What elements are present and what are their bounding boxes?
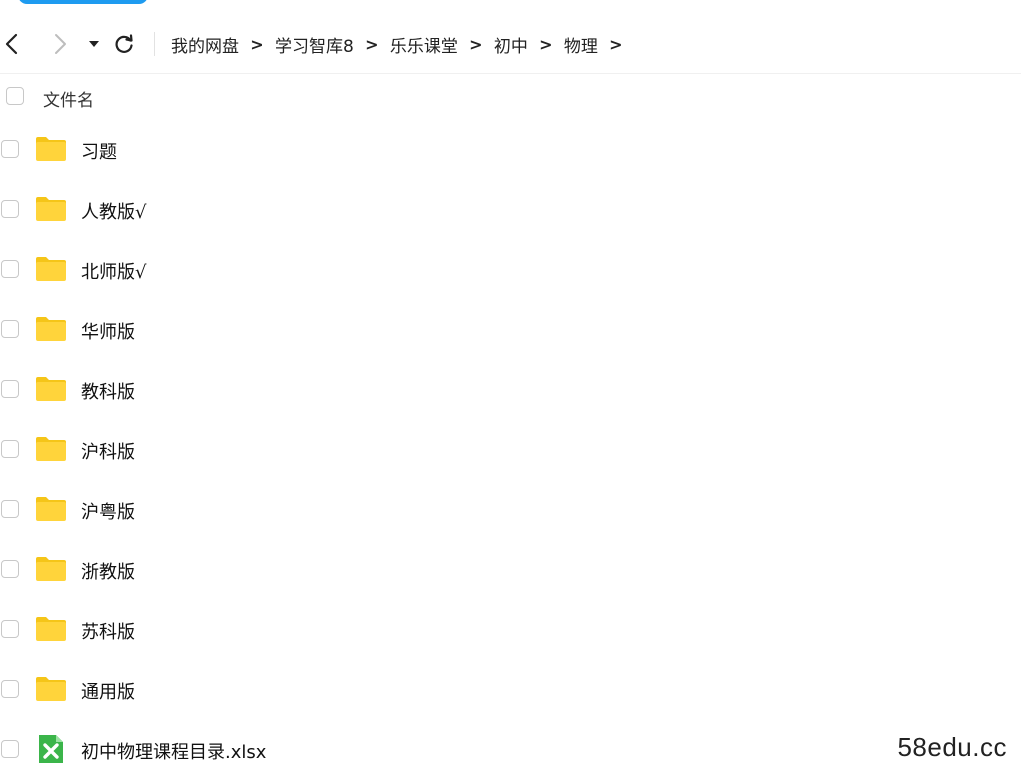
folder-row[interactable]: 沪科版 <box>0 419 1021 479</box>
file-name[interactable]: 苏科版 <box>81 618 135 644</box>
row-checkbox[interactable] <box>1 560 19 578</box>
history-dropdown-button[interactable] <box>82 32 106 56</box>
file-name[interactable]: 北师版√ <box>81 258 146 284</box>
file-row[interactable]: 初中物理课程目录.xlsx <box>0 719 1021 779</box>
folder-row[interactable]: 教科版 <box>0 359 1021 419</box>
chevron-right-icon <box>50 32 70 56</box>
refresh-icon <box>113 33 135 55</box>
back-button[interactable] <box>0 32 24 56</box>
caret-down-icon <box>87 37 101 51</box>
excel-file-icon <box>35 734 67 762</box>
folder-icon <box>35 195 67 223</box>
row-checkbox[interactable] <box>1 140 19 158</box>
folder-row[interactable]: 苏科版 <box>0 599 1021 659</box>
breadcrumb-separator: > <box>239 35 275 54</box>
row-checkbox[interactable] <box>1 500 19 518</box>
folder-row[interactable]: 通用版 <box>0 659 1021 719</box>
folder-row[interactable]: 华师版 <box>0 299 1021 359</box>
folder-icon <box>35 315 67 343</box>
folder-row[interactable]: 北师版√ <box>0 239 1021 299</box>
navigation-toolbar: 我的网盘 > 学习智库8 > 乐乐课堂 > 初中 > 物理 > <box>0 22 1021 66</box>
folder-row[interactable]: 沪粤版 <box>0 479 1021 539</box>
toolbar-divider <box>154 32 155 56</box>
row-checkbox[interactable] <box>1 320 19 338</box>
folder-icon <box>35 555 67 583</box>
breadcrumb-item[interactable]: 乐乐课堂 <box>390 32 458 57</box>
row-checkbox[interactable] <box>1 740 19 758</box>
column-header-filename[interactable]: 文件名 <box>43 86 94 111</box>
folder-icon <box>35 255 67 283</box>
breadcrumb: 我的网盘 > 学习智库8 > 乐乐课堂 > 初中 > 物理 > <box>171 22 634 66</box>
row-checkbox[interactable] <box>1 380 19 398</box>
chevron-left-icon <box>2 32 22 56</box>
folder-row[interactable]: 习题 <box>0 119 1021 179</box>
file-name[interactable]: 人教版√ <box>81 198 146 224</box>
row-checkbox[interactable] <box>1 440 19 458</box>
file-name[interactable]: 通用版 <box>81 678 135 704</box>
file-list-header: 文件名 <box>0 80 1021 114</box>
file-name[interactable]: 初中物理课程目录.xlsx <box>81 738 266 764</box>
watermark: 58edu.cc <box>897 732 1007 763</box>
folder-icon <box>35 675 67 703</box>
select-all-checkbox[interactable] <box>6 87 24 105</box>
file-name[interactable]: 教科版 <box>81 378 135 404</box>
refresh-button[interactable] <box>112 32 136 56</box>
breadcrumb-item-current[interactable]: 物理 <box>564 32 598 57</box>
folder-row[interactable]: 人教版√ <box>0 179 1021 239</box>
breadcrumb-separator: > <box>458 35 494 54</box>
folder-icon <box>35 615 67 643</box>
breadcrumb-item-root[interactable]: 我的网盘 <box>171 32 239 57</box>
breadcrumb-separator[interactable]: > <box>598 35 634 54</box>
breadcrumb-separator: > <box>354 35 390 54</box>
file-list: 习题人教版√ 北师版√ 华师版教科版沪科版沪粤版浙教版苏科版通用版初中物理课程目录.… <box>0 119 1021 779</box>
row-checkbox[interactable] <box>1 680 19 698</box>
primary-action-button-edge[interactable] <box>18 0 148 4</box>
breadcrumb-item[interactable]: 初中 <box>494 32 528 57</box>
folder-row[interactable]: 浙教版 <box>0 539 1021 599</box>
row-checkbox[interactable] <box>1 200 19 218</box>
file-name[interactable]: 沪粤版 <box>81 498 135 524</box>
toolbar-bottom-border <box>0 73 1021 74</box>
file-name[interactable]: 浙教版 <box>81 558 135 584</box>
file-name[interactable]: 习题 <box>81 138 117 164</box>
row-checkbox[interactable] <box>1 260 19 278</box>
forward-button[interactable] <box>48 32 72 56</box>
breadcrumb-item[interactable]: 学习智库8 <box>275 32 354 57</box>
breadcrumb-separator: > <box>528 35 564 54</box>
folder-icon <box>35 135 67 163</box>
folder-icon <box>35 435 67 463</box>
folder-icon <box>35 495 67 523</box>
file-name[interactable]: 华师版 <box>81 318 135 344</box>
file-name[interactable]: 沪科版 <box>81 438 135 464</box>
folder-icon <box>35 375 67 403</box>
row-checkbox[interactable] <box>1 620 19 638</box>
